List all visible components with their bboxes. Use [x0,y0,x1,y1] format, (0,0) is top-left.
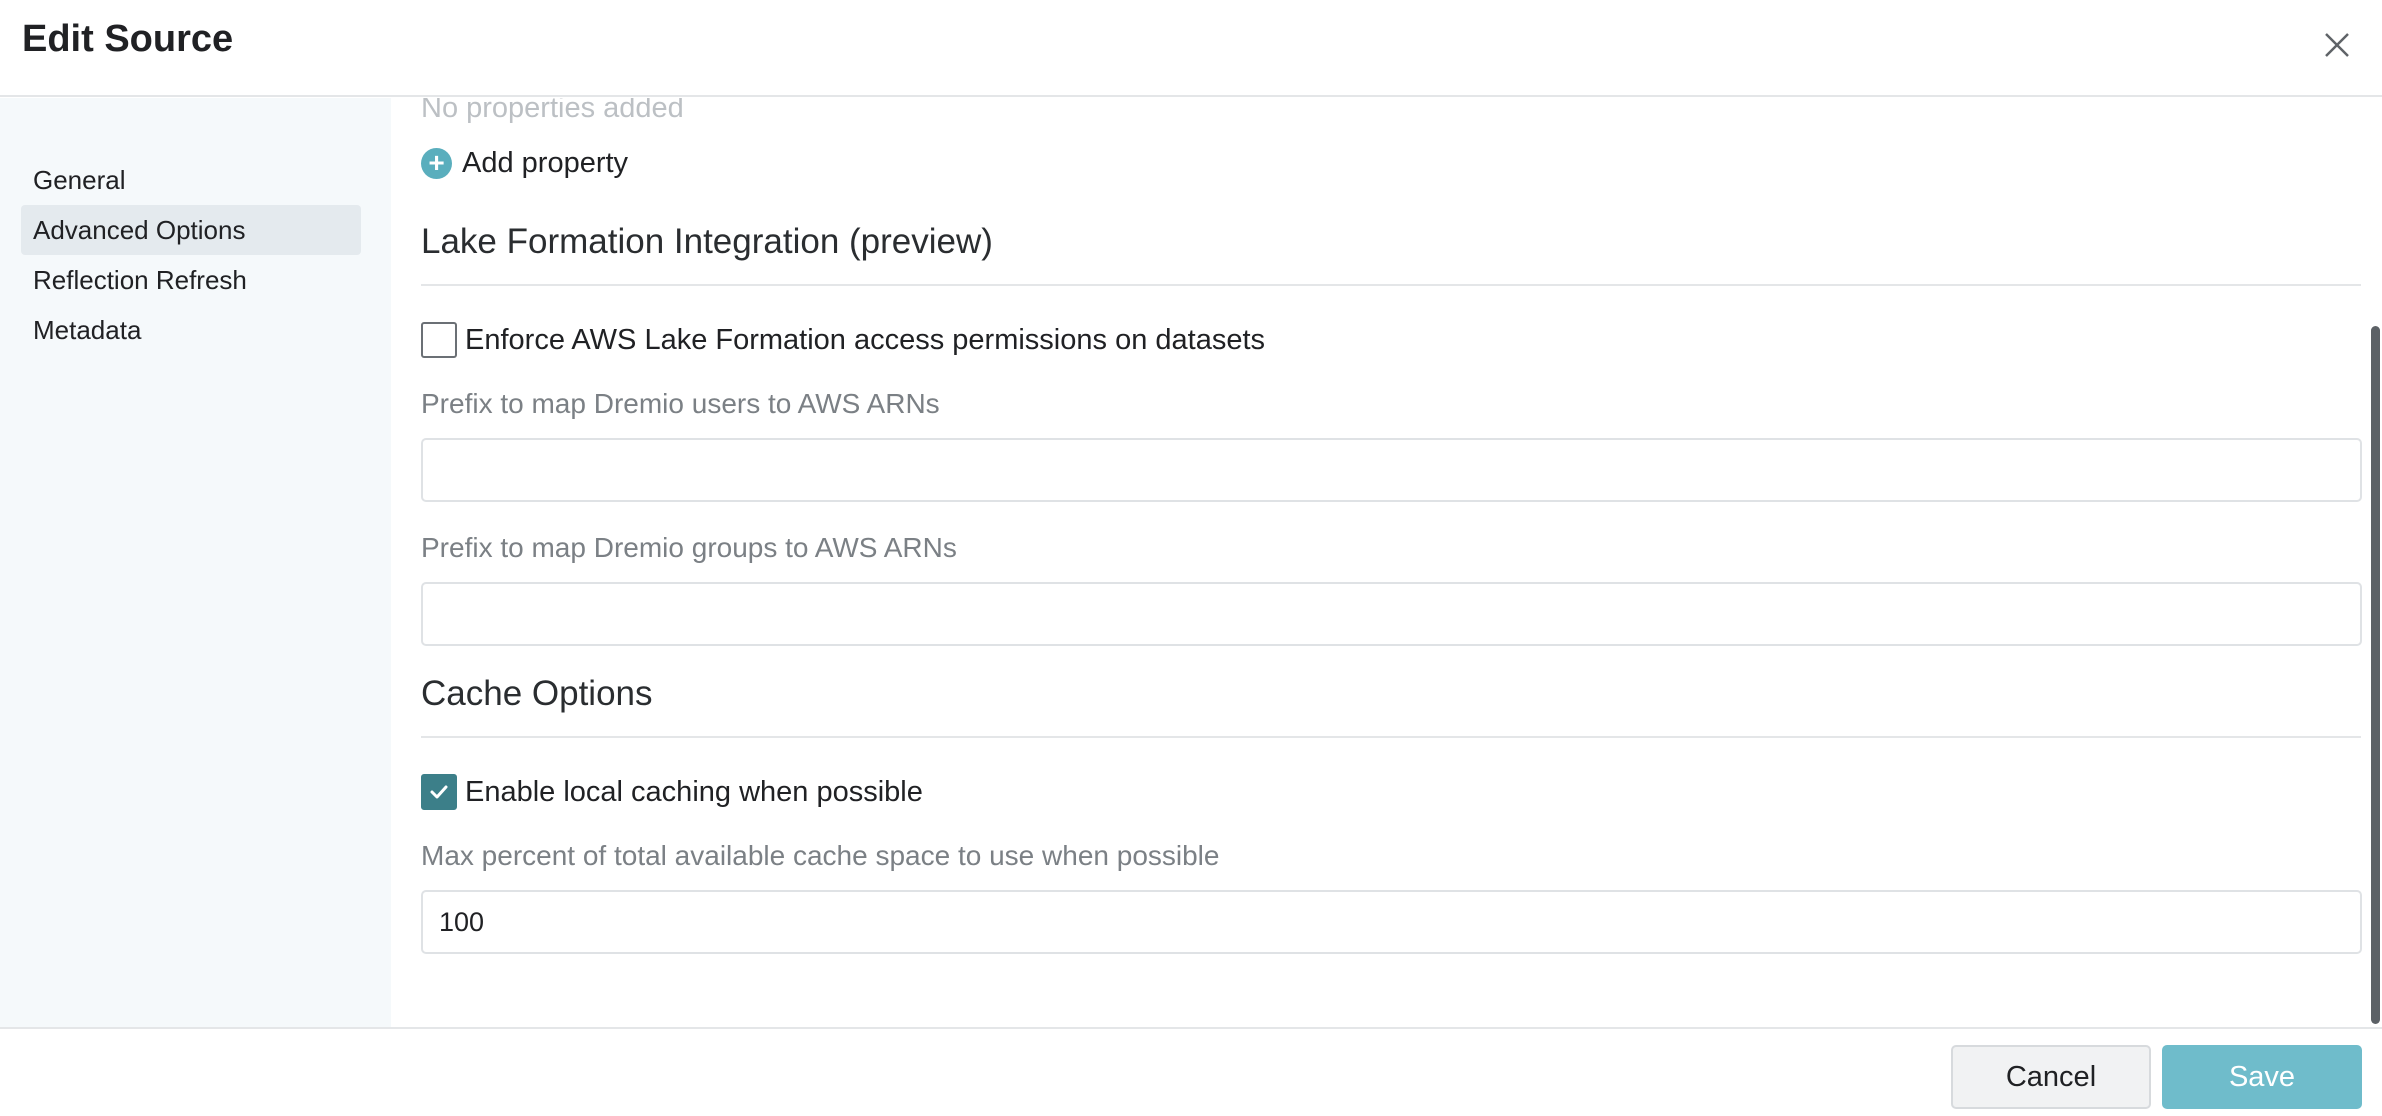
checkmark-icon [430,785,448,799]
section-divider [421,284,2361,286]
sidebar: General Advanced Options Reflection Refr… [0,98,391,1027]
edit-source-dialog: Edit Source General Advanced Options Ref… [0,0,2382,1116]
sidebar-item-advanced-options[interactable]: Advanced Options [21,205,361,255]
cancel-button[interactable]: Cancel [1951,1045,2151,1109]
dialog-header: Edit Source [0,0,2382,97]
close-icon[interactable] [2316,24,2356,64]
sidebar-item-general[interactable]: General [21,155,361,205]
enforce-lake-formation-label: Enforce AWS Lake Formation access permis… [465,323,1266,356]
enforce-lake-formation-option[interactable]: Enforce AWS Lake Formation access permis… [421,322,1265,358]
sidebar-item-metadata[interactable]: Metadata [21,305,361,355]
scrollbar-thumb[interactable] [2371,326,2380,1024]
max-percent-input[interactable] [421,890,2362,954]
enforce-lake-formation-checkbox[interactable] [421,322,457,358]
lake-formation-title: Lake Formation Integration (preview) [421,222,993,261]
max-percent-label: Max percent of total available cache spa… [421,840,1220,871]
add-property-button[interactable]: + Add property [421,146,628,180]
no-properties-text: No properties added [421,98,684,124]
plus-circle-icon: + [421,147,452,179]
add-property-label: Add property [462,146,629,179]
local-caching-checkbox[interactable] [421,774,457,810]
users-prefix-label: Prefix to map Dremio users to AWS ARNs [421,388,940,419]
section-divider [421,736,2361,738]
cache-options-title: Cache Options [421,674,653,713]
local-caching-label: Enable local caching when possible [465,775,923,808]
save-button[interactable]: Save [2162,1045,2362,1109]
dialog-footer: Cancel Save [0,1027,2382,1116]
groups-prefix-label: Prefix to map Dremio groups to AWS ARNs [421,532,957,563]
main-content[interactable]: No properties added + Add property Lake … [391,98,2382,1027]
sidebar-item-reflection-refresh[interactable]: Reflection Refresh [21,255,361,305]
local-caching-option[interactable]: Enable local caching when possible [421,774,923,810]
users-prefix-input[interactable] [421,438,2362,502]
groups-prefix-input[interactable] [421,582,2362,646]
dialog-title: Edit Source [22,18,234,60]
